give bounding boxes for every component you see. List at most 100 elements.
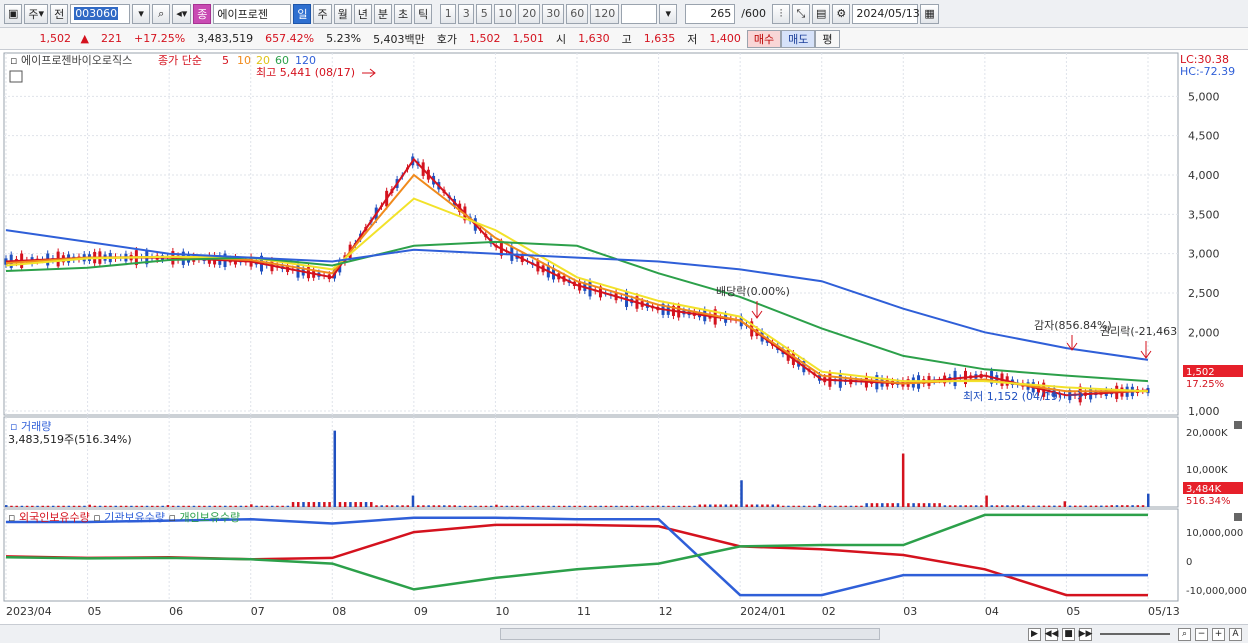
volume-bar	[10, 505, 13, 507]
font-size-icon[interactable]: A	[1229, 627, 1242, 641]
forward-icon[interactable]: ▶▶	[1079, 627, 1092, 641]
volume-bar	[297, 502, 300, 507]
table-toggle-icon[interactable]	[9, 70, 23, 83]
volume-bar	[693, 505, 696, 507]
stock-code-input[interactable]: 003060	[70, 3, 131, 24]
volume-bar	[291, 502, 295, 507]
volume-bar	[1011, 505, 1014, 507]
date-axis-label: 10	[495, 605, 509, 618]
volume-bar	[354, 502, 357, 507]
zoom-slider[interactable]	[1100, 633, 1170, 635]
custom-period-input[interactable]	[621, 3, 658, 24]
date-input[interactable]: 2024/05/13	[852, 3, 920, 24]
chart-area[interactable]: ▫ 에이프로젠바이오로직스 종가 단순 5 10 20 60 120 LC:30…	[0, 51, 1248, 625]
scrollbar[interactable]	[500, 628, 880, 640]
bottom-bar: ▶ ◀◀ ■ ▶▶ ⌕ − + A	[0, 624, 1248, 643]
tab-year[interactable]: 년	[353, 3, 372, 24]
tab-second[interactable]: 초	[393, 3, 413, 24]
minute-20[interactable]: 20	[518, 3, 541, 24]
volume-bar	[1141, 505, 1145, 507]
volume-bar	[1021, 505, 1025, 507]
price-axis-label: 2,500	[1188, 287, 1220, 300]
price-legend-label: 종가 단순	[158, 54, 202, 67]
tab-week[interactable]: 주	[313, 3, 332, 24]
volume-bar	[886, 503, 889, 507]
minute-3[interactable]: 3	[458, 3, 475, 24]
date-axis-label: 11	[577, 605, 591, 618]
volume-bar	[573, 505, 576, 507]
volume-bar	[927, 503, 931, 507]
volume-bar	[542, 505, 545, 507]
volume-bar	[531, 505, 535, 507]
volume-bar	[1110, 505, 1113, 507]
window-icon[interactable]: ▣	[4, 3, 23, 24]
sell-button[interactable]: 매도	[781, 29, 816, 48]
volume-bar	[36, 505, 39, 507]
volume-bar	[15, 505, 18, 507]
volume-bar	[1147, 493, 1150, 507]
calendar-icon[interactable]: ▦	[920, 3, 939, 24]
volume-bar	[959, 505, 962, 507]
volume-bar	[881, 503, 884, 507]
tab-month[interactable]: 월	[333, 3, 352, 24]
zoom-icon[interactable]: ⌕	[1178, 627, 1191, 641]
volume-bar	[735, 504, 738, 507]
volume-bar	[1016, 505, 1020, 507]
period-dropdown-icon[interactable]: ▾	[659, 3, 678, 24]
play-icon[interactable]: ▶	[1028, 627, 1041, 641]
count-input[interactable]: 265	[685, 3, 736, 24]
volume-bar	[234, 505, 237, 507]
chart-svg[interactable]: ▫ 에이프로젠바이오로직스 종가 단순 5 10 20 60 120 LC:30…	[0, 51, 1248, 625]
mode-select[interactable]: 주 ▾	[24, 3, 49, 24]
volume-bar	[1105, 505, 1108, 507]
holding-axis-bottom: -10,000,000	[1186, 586, 1247, 597]
prev-button[interactable]: 전	[50, 3, 69, 24]
minute-10[interactable]: 10	[494, 3, 517, 24]
volume-bar	[104, 505, 107, 507]
plus-icon[interactable]: +	[1212, 627, 1225, 641]
tab-tick[interactable]: 틱	[414, 3, 433, 24]
chart-type-icon[interactable]: ⫶	[771, 3, 790, 24]
tab-day[interactable]: 일	[293, 3, 312, 24]
high-annotation: 최고 5,441 (08/17)	[256, 66, 355, 79]
volume-axis-top: 20,000K	[1186, 428, 1228, 439]
volume-bar	[1037, 505, 1040, 507]
rewind-icon[interactable]: ◀◀	[1045, 627, 1058, 641]
date-axis-label: 06	[169, 605, 183, 618]
minute-60[interactable]: 60	[566, 3, 589, 24]
volume-bar	[88, 504, 91, 507]
count-total: /600	[741, 7, 766, 20]
volume-bar	[896, 503, 900, 507]
volume-bar	[1032, 505, 1035, 507]
minute-1[interactable]: 1	[440, 3, 457, 24]
volume-bar	[380, 505, 383, 507]
date-axis-label: 03	[903, 605, 917, 618]
volume-bar	[677, 505, 681, 507]
stop-icon[interactable]: ■	[1062, 627, 1075, 641]
minus-icon[interactable]: −	[1195, 627, 1208, 641]
minute-5[interactable]: 5	[476, 3, 493, 24]
gear-icon[interactable]: ⚙	[832, 3, 851, 24]
speaker-icon[interactable]: ◂▾	[172, 3, 192, 24]
search-icon[interactable]: ⌕	[152, 3, 171, 24]
volume-bar	[1068, 505, 1072, 507]
ma-10-label: 10	[237, 54, 251, 67]
volume-bar	[891, 503, 894, 507]
volume-bar	[802, 505, 806, 507]
holding-panel-close-icon[interactable]	[1234, 513, 1242, 521]
draw-tool-icon[interactable]: ⤡	[791, 3, 810, 24]
volume-bar	[432, 505, 436, 507]
volume-panel-close-icon[interactable]	[1234, 421, 1242, 429]
volume-bar	[265, 505, 269, 507]
minute-120[interactable]: 120	[590, 3, 620, 24]
code-dropdown-icon[interactable]: ▾	[132, 3, 151, 24]
tab-minute[interactable]: 분	[373, 3, 392, 24]
buy-button[interactable]: 매수	[746, 29, 782, 48]
volume-bar	[83, 505, 86, 507]
volume-bar	[1000, 505, 1004, 507]
minute-30[interactable]: 30	[542, 3, 565, 24]
price-change: 221	[101, 32, 122, 45]
volume-bar	[787, 505, 790, 507]
save-icon[interactable]: ▤	[811, 3, 831, 24]
eval-button[interactable]: 평	[815, 29, 840, 48]
